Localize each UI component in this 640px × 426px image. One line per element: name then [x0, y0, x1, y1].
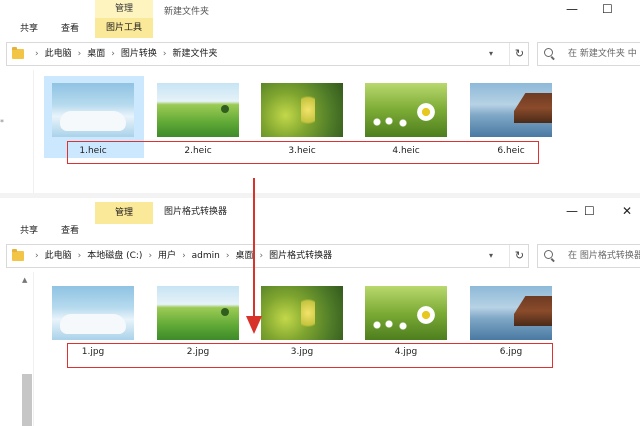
- breadcrumb-format-converter[interactable]: 图片格式转换器: [269, 245, 332, 267]
- minimize-button[interactable]: —: [566, 204, 578, 218]
- search-box[interactable]: 在 图片格式转换器: [537, 244, 640, 268]
- breadcrumb-admin[interactable]: admin: [192, 245, 220, 267]
- chevron-right-icon[interactable]: ›: [226, 245, 230, 267]
- scrollbar-thumb[interactable]: [22, 374, 32, 426]
- chevron-right-icon[interactable]: ›: [260, 245, 264, 267]
- maximize-button[interactable]: ☐: [584, 204, 595, 218]
- chevron-right-icon[interactable]: ›: [182, 245, 186, 267]
- maximize-button[interactable]: ☐: [602, 2, 613, 16]
- tab-view[interactable]: 查看: [61, 20, 79, 38]
- search-icon: [544, 250, 553, 259]
- annotation-box-heic: [67, 141, 539, 164]
- file-thumbnail[interactable]: [365, 83, 447, 137]
- chevron-right-icon[interactable]: ›: [163, 43, 167, 65]
- arrow-down-icon: [246, 316, 262, 334]
- chevron-down-icon[interactable]: ▾: [489, 245, 493, 267]
- search-input[interactable]: 在 图片格式转换器: [568, 245, 640, 267]
- scroll-up-icon[interactable]: ▲: [22, 276, 27, 284]
- tab-manage[interactable]: 管理: [95, 0, 153, 18]
- explorer-window-jpg: 管理 共享 查看 图片格式转换器 — ☐ ✕ › 此电脑 › 本地磁盘 (C:)…: [0, 198, 640, 426]
- breadcrumb-desktop[interactable]: 桌面: [87, 43, 105, 65]
- tab-picture-tools[interactable]: 图片工具: [95, 18, 153, 38]
- chevron-right-icon[interactable]: ›: [78, 245, 82, 267]
- navigation-pane[interactable]: *: [0, 70, 34, 193]
- file-thumbnail[interactable]: [470, 286, 552, 340]
- breadcrumb-new-folder[interactable]: 新建文件夹: [172, 43, 217, 65]
- chevron-right-icon[interactable]: ›: [35, 245, 39, 267]
- file-thumbnail[interactable]: [261, 286, 343, 340]
- breadcrumb: › 此电脑 › 桌面 › 图片转换 › 新建文件夹: [29, 43, 218, 65]
- chevron-right-icon[interactable]: ›: [111, 43, 115, 65]
- address-bar[interactable]: › 此电脑 › 桌面 › 图片转换 › 新建文件夹 ▾ ↻: [6, 42, 529, 66]
- search-box[interactable]: 在 新建文件夹 中: [537, 42, 640, 66]
- refresh-icon[interactable]: ↻: [509, 245, 529, 267]
- chevron-right-icon[interactable]: ›: [78, 43, 82, 65]
- file-thumbnail[interactable]: [52, 286, 134, 340]
- close-button[interactable]: ✕: [622, 204, 632, 218]
- chevron-down-icon[interactable]: ▾: [489, 43, 493, 65]
- chevron-right-icon[interactable]: ›: [35, 43, 39, 65]
- breadcrumb-users[interactable]: 用户: [158, 245, 176, 267]
- file-thumbnail[interactable]: [365, 286, 447, 340]
- breadcrumb-picture-convert[interactable]: 图片转换: [121, 43, 157, 65]
- file-thumbnail[interactable]: [261, 83, 343, 137]
- breadcrumb-this-pc[interactable]: 此电脑: [45, 245, 72, 267]
- minimize-button[interactable]: —: [566, 2, 578, 16]
- refresh-icon[interactable]: ↻: [509, 43, 529, 65]
- ribbon: 管理 共享 查看 图片格式转换器 — ☐ ✕: [0, 198, 640, 236]
- search-icon: [544, 48, 553, 57]
- tab-manage[interactable]: 管理: [95, 202, 153, 224]
- explorer-window-heic: 管理 图片工具 共享 查看 新建文件夹 — ☐ › 此电脑 › 桌面 › 图片转…: [0, 0, 640, 193]
- file-thumbnail[interactable]: [157, 83, 239, 137]
- tab-share[interactable]: 共享: [20, 20, 38, 38]
- annotation-arrow: [253, 178, 255, 318]
- breadcrumb-desktop[interactable]: 桌面: [235, 245, 253, 267]
- breadcrumb-local-disk[interactable]: 本地磁盘 (C:): [87, 245, 142, 267]
- pin-marker: *: [0, 118, 4, 127]
- breadcrumb-this-pc[interactable]: 此电脑: [45, 43, 72, 65]
- folder-icon: [12, 47, 24, 59]
- tab-view[interactable]: 查看: [61, 222, 79, 240]
- ribbon: 管理 图片工具 共享 查看 新建文件夹 — ☐: [0, 0, 640, 38]
- breadcrumb: › 此电脑 › 本地磁盘 (C:) › 用户 › admin › 桌面 › 图片…: [29, 245, 332, 267]
- chevron-right-icon[interactable]: ›: [148, 245, 152, 267]
- file-thumbnail[interactable]: [52, 83, 134, 137]
- tab-share[interactable]: 共享: [20, 222, 38, 240]
- navigation-pane[interactable]: ▲: [0, 272, 34, 426]
- search-input[interactable]: 在 新建文件夹 中: [568, 43, 637, 65]
- folder-icon: [12, 249, 24, 261]
- file-thumbnail[interactable]: [470, 83, 552, 137]
- window-title: 图片格式转换器: [164, 207, 228, 217]
- file-thumbnail[interactable]: [157, 286, 239, 340]
- address-bar[interactable]: › 此电脑 › 本地磁盘 (C:) › 用户 › admin › 桌面 › 图片…: [6, 244, 529, 268]
- annotation-box-jpg: [67, 343, 553, 368]
- window-title: 新建文件夹: [164, 7, 210, 17]
